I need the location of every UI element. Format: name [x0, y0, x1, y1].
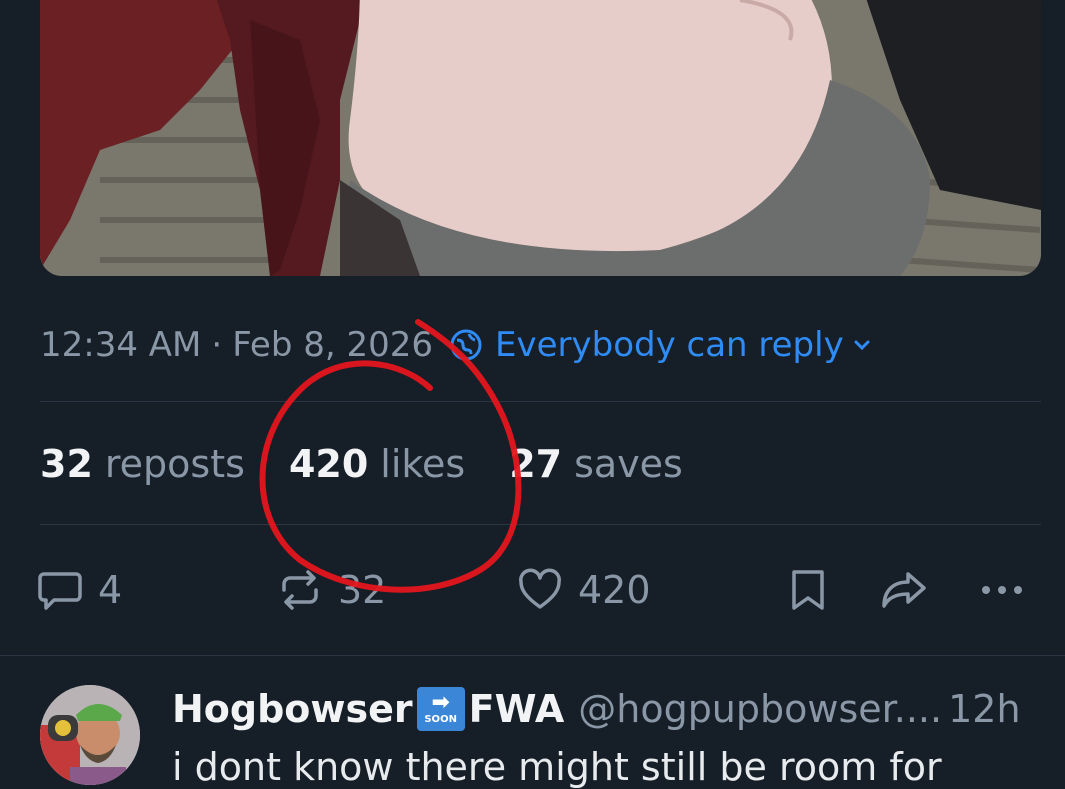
post-date: Feb 8, 2026	[232, 325, 433, 365]
share-button[interactable]	[878, 560, 930, 620]
soon-arrow-icon: ➡ SOON	[416, 687, 465, 731]
likes-stat[interactable]: 420 likes	[289, 442, 465, 486]
post-meta: 12:34 AM · Feb 8, 2026 Everybody can rep…	[40, 322, 872, 368]
share-icon	[882, 572, 926, 608]
reply-setting-label: Everybody can reply	[494, 325, 844, 365]
reply-header: Hogbowser ➡ SOON FWA @hogpupbowser.... 1…	[172, 683, 1042, 735]
avatar-photo	[40, 685, 140, 785]
speech-bubble-icon	[38, 572, 82, 610]
like-count: 420	[578, 568, 651, 612]
chevron-down-icon	[852, 335, 872, 355]
globe-icon	[449, 328, 483, 362]
reposts-stat[interactable]: 32 reposts	[40, 442, 245, 486]
reposts-count: 32	[40, 442, 93, 486]
more-button[interactable]	[976, 560, 1028, 620]
divider-bottom	[40, 524, 1041, 525]
repost-icon	[282, 570, 318, 610]
action-bar: 4 32 420	[36, 560, 1036, 620]
reply-button[interactable]: 4	[36, 560, 122, 620]
bookmark-button[interactable]	[784, 560, 832, 620]
badge-arrow: ➡	[431, 690, 450, 715]
post-image[interactable]	[40, 0, 1041, 276]
post-photo	[40, 0, 1041, 276]
badge-soon-text: SOON	[424, 714, 457, 725]
reply-text: i dont know there might still be room fo…	[172, 745, 942, 789]
post-thread-view: 12:34 AM · Feb 8, 2026 Everybody can rep…	[0, 0, 1065, 789]
reposts-label: reposts	[104, 442, 245, 486]
saves-label: saves	[574, 442, 683, 486]
post-stats: 32 reposts 420 likes 27 saves	[40, 438, 727, 490]
likes-label: likes	[380, 442, 466, 486]
likes-count: 420	[288, 442, 369, 486]
reply-divider	[0, 655, 1065, 656]
reply-count: 4	[98, 568, 123, 612]
like-button[interactable]: 420	[516, 560, 651, 620]
repost-button[interactable]: 32	[276, 560, 386, 620]
saves-count: 27	[509, 442, 563, 486]
heart-icon	[519, 568, 561, 609]
reply-time: 12h	[948, 687, 1021, 731]
post-time: 12:34 AM	[40, 325, 202, 365]
repost-count: 32	[338, 568, 387, 612]
reply-author-name-suffix[interactable]: FWA	[469, 687, 565, 731]
meta-separator: ·	[211, 325, 223, 365]
divider-top	[40, 401, 1041, 402]
reply-setting-control[interactable]: Everybody can reply	[449, 325, 872, 365]
bookmark-icon	[792, 570, 824, 610]
reply-author-handle[interactable]: @hogpupbowser....	[578, 687, 942, 731]
avatar[interactable]	[40, 685, 140, 785]
reply-author-name[interactable]: Hogbowser	[172, 687, 413, 731]
more-icon	[982, 586, 1022, 594]
saves-stat[interactable]: 27 saves	[509, 442, 683, 486]
